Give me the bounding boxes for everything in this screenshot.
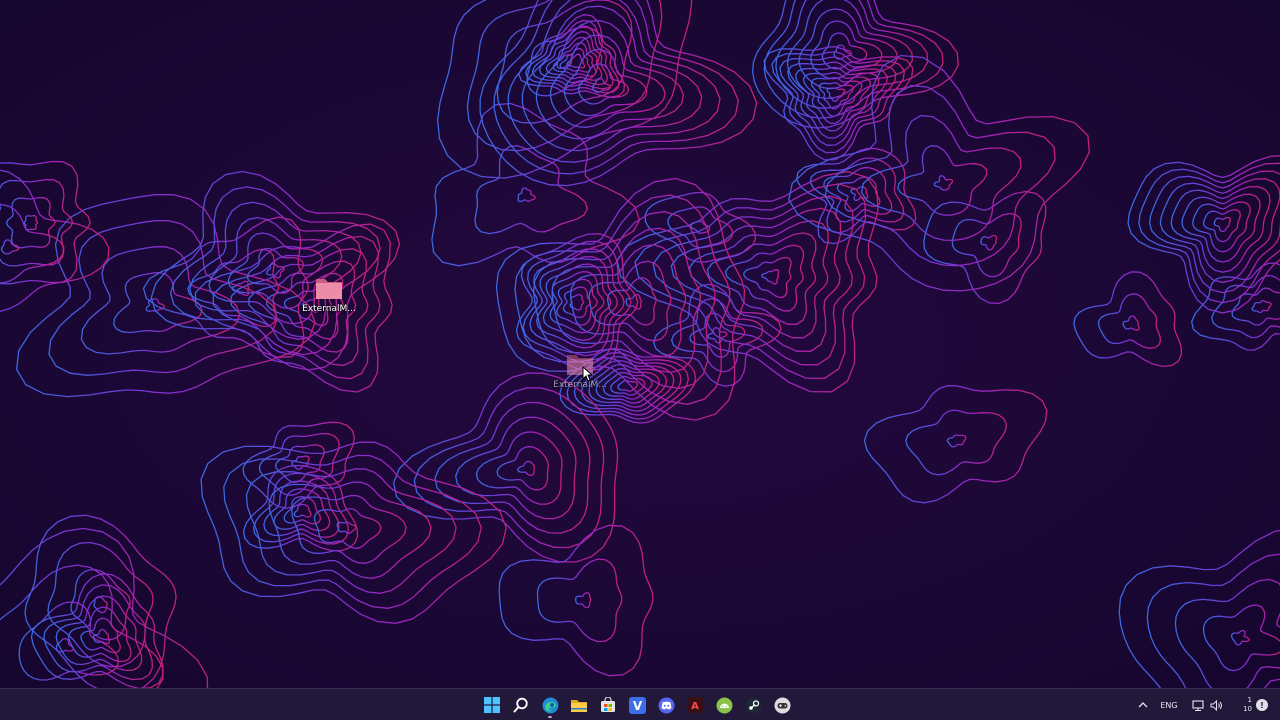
speaker-icon [1210,699,1222,711]
network-icon [1191,699,1204,711]
file-explorer-button[interactable] [567,691,591,719]
edge-icon [542,697,558,713]
clock-time: 1 [1247,696,1252,704]
clock-date: 10 [1243,705,1252,713]
windows-logo-icon [484,697,500,713]
controller-icon [774,697,790,713]
clock[interactable]: 1 10 [1230,691,1252,719]
discord-button[interactable] [654,691,678,719]
steam-icon [745,697,761,713]
taskbar: V A ENG 1 10 ! [0,688,1280,720]
android-app-button[interactable] [712,691,736,719]
show-hidden-icons-button[interactable] [1132,691,1154,719]
a-app-icon: A [687,697,703,713]
taskbar-pinned-apps: V A [480,689,794,720]
running-indicator [548,716,552,718]
steam-button[interactable] [741,691,765,719]
discord-icon [658,697,674,713]
edge-button[interactable] [538,691,562,719]
game-app-button[interactable] [770,691,794,719]
v-app-icon: V [628,696,646,714]
chevron-up-icon [1138,702,1148,708]
svg-text:V: V [632,699,642,713]
folder-icon [316,279,342,299]
notification-badge[interactable]: ! [1256,699,1268,711]
a-app-button[interactable]: A [683,691,707,719]
language-label: ENG [1160,700,1178,710]
store-icon [601,697,615,712]
android-icon [716,697,732,713]
quick-settings-button[interactable] [1184,691,1230,719]
start-button[interactable] [480,691,504,719]
desktop-wallpaper [0,0,1280,688]
desktop-folder-label: ExternalM... [553,380,607,390]
mouse-pointer-icon [582,366,593,382]
store-button[interactable] [596,691,620,719]
desktop-folder-externalm-1[interactable]: ExternalM... [291,274,367,314]
language-indicator[interactable]: ENG [1154,691,1184,719]
v-app-button[interactable]: V [625,691,649,719]
folder-icon [571,699,587,712]
search-button[interactable] [509,691,533,719]
system-tray: ENG 1 10 ! [1132,689,1280,720]
search-icon [513,697,528,713]
desktop-folder-label: ExternalM... [302,304,356,314]
desktop-folder-externalm-2[interactable]: ExternalM... [542,350,618,390]
svg-text:A: A [691,701,699,712]
